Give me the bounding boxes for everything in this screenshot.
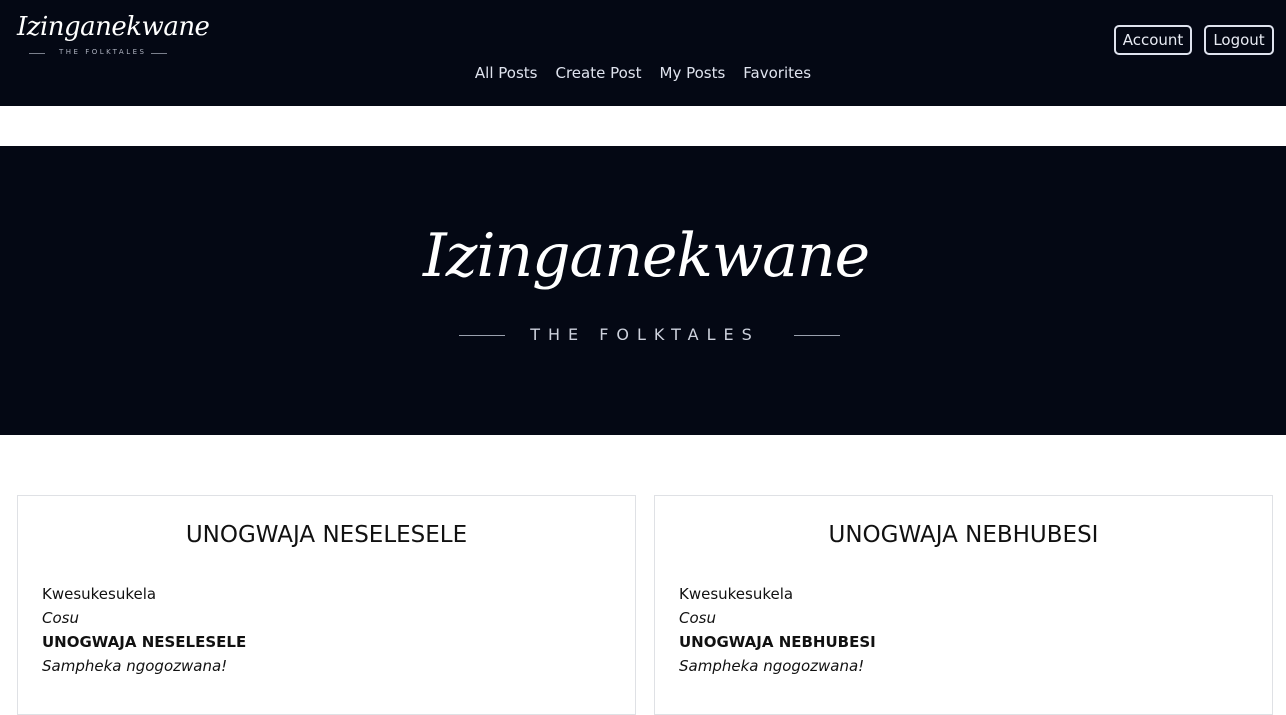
nav-link-my-posts[interactable]: My Posts xyxy=(660,64,726,82)
post-title[interactable]: UNOGWAJA NESELESELE xyxy=(18,522,635,548)
brand-logo[interactable]: Izinganekwane THE FOLKTALES xyxy=(17,12,210,60)
nav-link-create-post[interactable]: Create Post xyxy=(556,64,642,82)
brand-subtitle: THE FOLKTALES xyxy=(59,48,147,56)
post-body: Kwesukesukela Cosu UNOGWAJA NESELESELE S… xyxy=(42,582,246,678)
brand-divider-left xyxy=(29,53,45,54)
post-line: UNOGWAJA NEBHUBESI xyxy=(679,633,876,651)
hero-logo: Izinganekwane THE FOLKTALES xyxy=(423,221,870,351)
brand-script-text: Izinganekwane xyxy=(17,12,210,42)
account-button[interactable]: Account xyxy=(1114,25,1192,55)
nav-links: All Posts Create Post My Posts Favorites xyxy=(0,64,1286,82)
nav-link-all-posts[interactable]: All Posts xyxy=(475,64,538,82)
post-line: Cosu xyxy=(679,609,716,627)
hero-banner: Izinganekwane THE FOLKTALES xyxy=(0,146,1286,435)
top-navbar: Izinganekwane THE FOLKTALES All Posts Cr… xyxy=(0,0,1286,106)
brand-subtitle-row: THE FOLKTALES xyxy=(29,48,169,58)
post-line: Sampheka ngogozwana! xyxy=(42,657,228,675)
post-title[interactable]: UNOGWAJA NEBHUBESI xyxy=(655,522,1272,548)
logout-button[interactable]: Logout xyxy=(1204,25,1274,55)
nav-link-favorites[interactable]: Favorites xyxy=(743,64,811,82)
brand-divider-right xyxy=(151,53,167,54)
post-card[interactable]: UNOGWAJA NEBHUBESI Kwesukesukela Cosu UN… xyxy=(654,495,1273,715)
post-body: Kwesukesukela Cosu UNOGWAJA NEBHUBESI Sa… xyxy=(679,582,876,678)
hero-divider-right xyxy=(794,335,840,336)
post-card[interactable]: UNOGWAJA NESELESELE Kwesukesukela Cosu U… xyxy=(17,495,636,715)
post-line: Kwesukesukela xyxy=(679,585,794,603)
post-line: Kwesukesukela xyxy=(42,585,157,603)
post-line: Sampheka ngogozwana! xyxy=(679,657,865,675)
post-line: Cosu xyxy=(42,609,79,627)
hero-script-text: Izinganekwane xyxy=(423,221,870,291)
post-line: UNOGWAJA NESELESELE xyxy=(42,633,247,651)
